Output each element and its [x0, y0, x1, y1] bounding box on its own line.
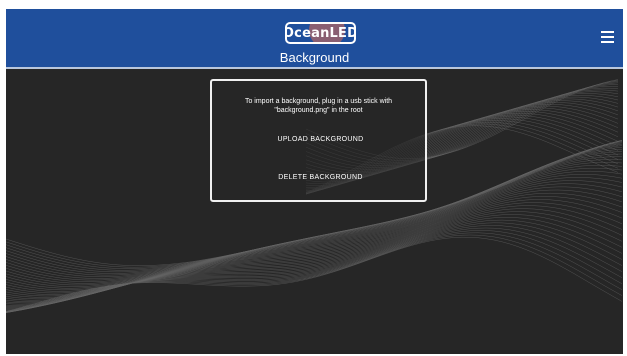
- instruction-line-2: "background.png" in the root: [274, 107, 363, 114]
- import-instructions: To import a background, plug in a usb st…: [220, 97, 417, 115]
- page-title: Background: [279, 50, 350, 65]
- hamburger-menu-icon[interactable]: [601, 31, 614, 43]
- instruction-line-1: To import a background, plug in a usb st…: [244, 98, 393, 105]
- upload-background-button[interactable]: UPLOAD BACKGROUND: [242, 131, 399, 149]
- header-bar: OceanLED Background: [6, 9, 623, 69]
- app-screen: OceanLED Background To import a backgrou…: [6, 9, 623, 354]
- oceanled-logo: OceanLED: [285, 22, 356, 44]
- delete-background-button[interactable]: DELETE BACKGROUND: [242, 169, 399, 187]
- background-dialog: To import a background, plug in a usb st…: [210, 79, 427, 202]
